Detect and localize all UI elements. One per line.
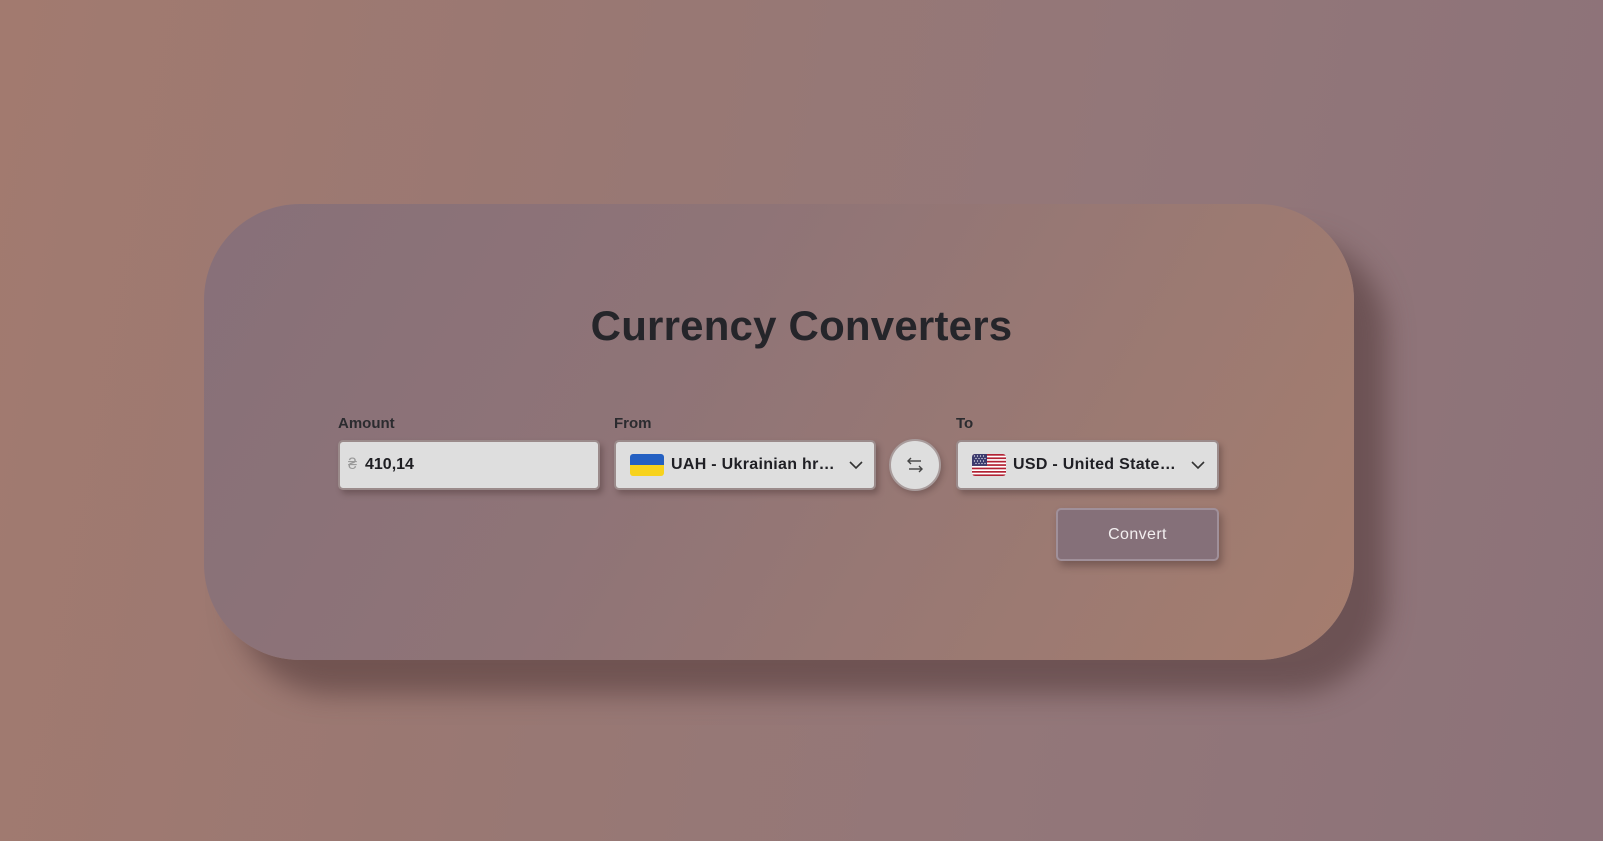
- chevron-down-icon: [1191, 461, 1205, 470]
- usa-flag-icon: [972, 454, 1006, 476]
- from-label: From: [614, 415, 652, 432]
- chevron-down-icon: [849, 461, 863, 470]
- to-label: To: [956, 415, 974, 432]
- from-currency-value: UAH - Ukrainian hryvnia: [671, 456, 839, 473]
- convert-button[interactable]: Convert: [1056, 508, 1219, 561]
- converter-card: [204, 204, 1354, 660]
- amount-field[interactable]: ₴: [338, 440, 600, 490]
- to-currency-value: USD - United States Dollar: [1013, 456, 1181, 473]
- swap-arrows-icon: [907, 457, 923, 473]
- hryvnia-sign-icon: ₴: [348, 456, 357, 473]
- page-title: Currency Converters: [590, 302, 1013, 349]
- to-currency-select[interactable]: USD - United States Dollar: [956, 440, 1219, 490]
- from-currency-select[interactable]: UAH - Ukrainian hryvnia: [614, 440, 876, 490]
- swap-currencies-button[interactable]: [889, 439, 941, 491]
- amount-input[interactable]: [365, 456, 585, 474]
- ukraine-flag-icon: [630, 454, 664, 476]
- amount-label: Amount: [338, 415, 395, 432]
